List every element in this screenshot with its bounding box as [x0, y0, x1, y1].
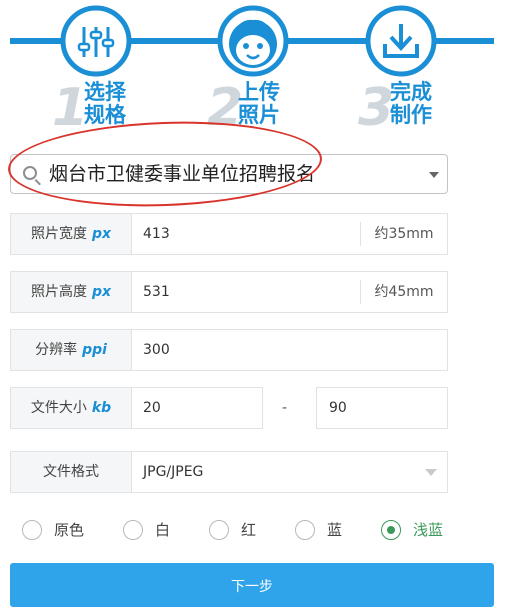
next-step-button[interactable]: 下一步 [10, 563, 494, 607]
spec-select[interactable]: 烟台市卫健委事业单位招聘报名 [10, 154, 448, 194]
step-1-line1: 选择 [84, 80, 126, 104]
chevron-down-icon[interactable] [425, 469, 437, 476]
sliders-icon [60, 5, 132, 77]
step-1-number: 1 [52, 78, 89, 138]
filesize-max-field: 90 [316, 387, 448, 429]
filesize-label: 文件大小 kb [11, 388, 132, 428]
filesize-unit: kb [91, 400, 112, 416]
bg-radio-label: 白 [155, 521, 171, 539]
step-2-line2: 照片 [238, 103, 280, 127]
format-value: JPG/JPEG [143, 464, 204, 480]
filesize-min-input[interactable]: 20 [143, 388, 161, 428]
radio-circle[interactable] [209, 520, 229, 540]
resolution-label: 分辨率 ppi [11, 330, 132, 370]
radio-circle[interactable] [295, 520, 315, 540]
bg-radio-label: 浅蓝 [413, 521, 444, 539]
height-label: 照片高度 px [11, 272, 132, 312]
search-icon [23, 166, 37, 180]
step-3-number: 3 [358, 78, 395, 138]
radio-circle[interactable] [22, 520, 42, 540]
bg-radio-label: 原色 [54, 521, 85, 539]
resolution-field: 分辨率 ppi 300 [10, 329, 448, 371]
step-3-line1: 完成 [390, 80, 432, 104]
spec-select-value: 烟台市卫健委事业单位招聘报名 [49, 163, 316, 185]
width-label: 照片宽度 px [11, 214, 132, 254]
face-icon [217, 5, 289, 77]
width-unit: px [91, 226, 112, 242]
bg-radio-label: 蓝 [327, 521, 343, 539]
format-label: 文件格式 [11, 452, 132, 492]
download-icon [365, 5, 437, 77]
width-mm: 约35mm [360, 222, 447, 246]
resolution-input[interactable]: 300 [143, 330, 170, 370]
radio-circle[interactable] [123, 520, 143, 540]
step-1-line2: 规格 [84, 103, 126, 127]
format-select[interactable]: 文件格式 JPG/JPEG [10, 451, 448, 493]
step-2-line1: 上传 [238, 80, 280, 104]
resolution-unit: ppi [82, 342, 107, 358]
width-input[interactable]: 413 [143, 214, 170, 254]
height-field: 照片高度 px 531 约45mm [10, 271, 448, 313]
height-input[interactable]: 531 [143, 272, 170, 312]
filesize-separator: - [282, 400, 288, 416]
width-field: 照片宽度 px 413 约35mm [10, 213, 448, 255]
step-3-line2: 制作 [390, 103, 432, 127]
bg-radio-label: 红 [241, 521, 257, 539]
filesize-min-field: 文件大小 kb 20 [10, 387, 263, 429]
chevron-down-icon[interactable] [429, 172, 439, 178]
height-unit: px [91, 284, 112, 300]
radio-circle-selected[interactable] [381, 520, 401, 540]
step-progress: 1 选择 规格 2 上传 照片 3 完成 制作 [0, 0, 509, 140]
filesize-max-input[interactable]: 90 [329, 388, 347, 428]
height-mm: 约45mm [360, 280, 447, 304]
